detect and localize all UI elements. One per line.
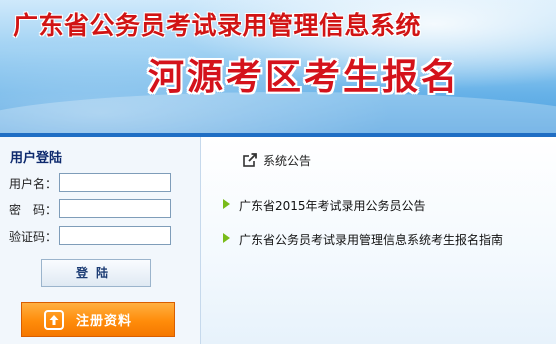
- notice-heading-label: 系统公告: [263, 154, 312, 168]
- username-input[interactable]: [59, 173, 171, 192]
- captcha-label: 验证码：: [9, 230, 58, 244]
- notice-panel: 系统公告 广东省2015年考试录用公务员公告 广东省公务员考试录用管理信息系统考…: [201, 137, 556, 344]
- register-button[interactable]: 注册资料: [21, 302, 175, 337]
- upload-icon: [44, 310, 64, 330]
- header-banner: 广东省公务员考试录用管理信息系统 河源考区考生报名: [0, 0, 556, 133]
- region-title: 河源考区考生报名: [148, 57, 461, 98]
- system-title: 广东省公务员考试录用管理信息系统: [13, 11, 422, 40]
- login-title: 用户登陆: [10, 151, 63, 166]
- bullet-arrow-icon: [223, 233, 230, 243]
- notice-item-link[interactable]: 广东省公务员考试录用管理信息系统考生报名指南: [239, 231, 503, 248]
- username-label: 用户名：: [9, 177, 58, 191]
- external-link-icon: [243, 153, 257, 167]
- register-label: 注册资料: [76, 314, 133, 329]
- password-label: 密 码：: [9, 203, 58, 217]
- bullet-arrow-icon: [223, 199, 230, 209]
- login-button[interactable]: 登陆: [41, 259, 151, 287]
- notice-item-link[interactable]: 广东省2015年考试录用公务员公告: [239, 197, 426, 214]
- login-panel: 用户登陆 用户名： 密 码： 验证码： 登陆 注册资料: [0, 137, 201, 344]
- captcha-input[interactable]: [59, 226, 171, 245]
- password-input[interactable]: [59, 199, 171, 218]
